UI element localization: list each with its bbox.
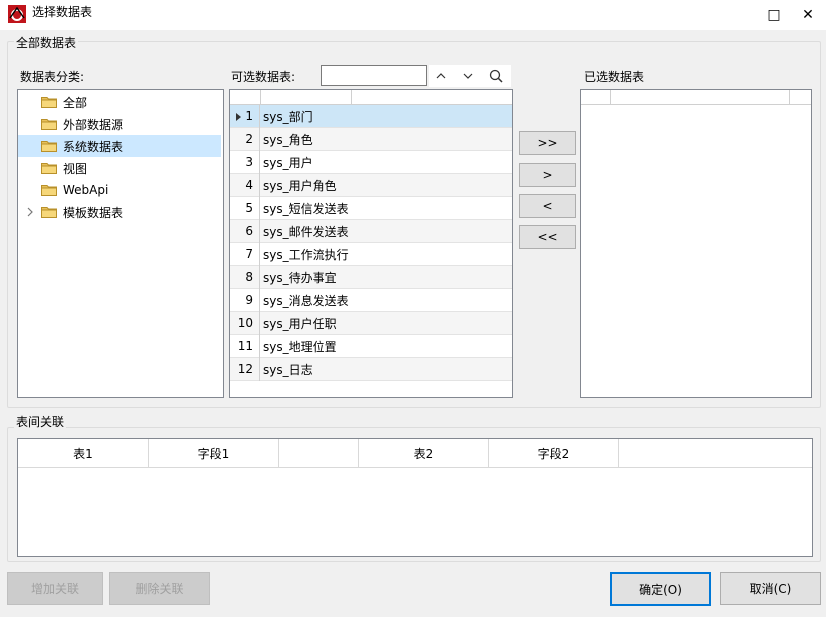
cancel-button[interactable]: 取消(C): [720, 572, 821, 605]
tree-item-label: 全部: [63, 95, 88, 110]
col-table1[interactable]: 表1: [18, 439, 149, 467]
all-tables-group-title: 全部数据表: [14, 34, 79, 51]
table-row[interactable]: 6 sys_邮件发送表: [230, 219, 512, 243]
table-name: sys_消息发送表: [263, 293, 349, 308]
table-name: sys_部门: [263, 109, 313, 124]
row-number: 6: [230, 219, 260, 243]
row-number: 11: [230, 334, 260, 358]
close-icon: ✕: [802, 7, 814, 23]
col-relation[interactable]: [279, 439, 359, 467]
table-row[interactable]: 3 sys_用户: [230, 150, 512, 174]
title-bar: 选择数据表 □ ✕: [0, 0, 826, 30]
selected-grid-header: [581, 90, 811, 105]
col-field2[interactable]: 字段2: [489, 439, 619, 467]
table-row[interactable]: 7 sys_工作流执行: [230, 242, 512, 266]
tree-item[interactable]: WebApi: [18, 179, 221, 201]
table-row[interactable]: 12 sys_日志: [230, 357, 512, 381]
available-label: 可选数据表:: [231, 70, 296, 84]
table-name: sys_工作流执行: [263, 247, 349, 262]
selected-label: 已选数据表: [584, 70, 645, 84]
table-row[interactable]: 4 sys_用户角色: [230, 173, 512, 197]
row-number: 5: [230, 196, 260, 220]
add-all-button[interactable]: >>: [519, 131, 576, 155]
table-name: sys_用户任职: [263, 316, 337, 331]
row-number: 3: [230, 150, 260, 174]
available-tables-grid[interactable]: 1 sys_部门 2 sys_角色 3 sys_用户 4 sys_用户角色 5 sys_短信发送表…: [229, 89, 513, 398]
ok-button[interactable]: 确定(O): [610, 572, 711, 606]
col-table2[interactable]: 表2: [359, 439, 489, 467]
tree-item[interactable]: 视图: [18, 157, 221, 179]
table-name: sys_角色: [263, 132, 313, 147]
row-indicator-icon: [236, 112, 241, 121]
table-name: sys_地理位置: [263, 339, 337, 354]
tree-item[interactable]: 模板数据表: [18, 201, 221, 223]
table-row[interactable]: 8 sys_待办事宜: [230, 265, 512, 289]
tree-item-label: 系统数据表: [63, 139, 124, 154]
col-field1[interactable]: 字段1: [149, 439, 279, 467]
table-name: sys_日志: [263, 362, 313, 377]
app-logo-icon: [8, 5, 26, 23]
close-button[interactable]: ✕: [788, 0, 826, 30]
tree-item[interactable]: 系统数据表: [18, 135, 221, 157]
tree-item-label: 视图: [63, 161, 88, 176]
tree-item-label: 模板数据表: [63, 205, 124, 220]
folder-icon: [41, 185, 57, 196]
row-number: 12: [230, 357, 260, 381]
category-tree[interactable]: 全部外部数据源系统数据表视图 WebApi 模板数据表: [17, 89, 224, 398]
tree-item-label: 外部数据源: [63, 117, 124, 132]
row-number: 8: [230, 265, 260, 289]
search-tools: [429, 65, 511, 87]
search-input[interactable]: [321, 65, 427, 86]
tree-item-label: WebApi: [63, 183, 109, 197]
tree-item[interactable]: 全部: [18, 91, 221, 113]
selected-tables-grid[interactable]: [580, 89, 812, 398]
add-button[interactable]: >: [519, 163, 576, 187]
maximize-icon: □: [767, 7, 781, 23]
row-number: 7: [230, 242, 260, 266]
table-name: sys_用户: [263, 155, 313, 170]
table-row[interactable]: 1 sys_部门: [230, 104, 512, 128]
table-name: sys_短信发送表: [263, 201, 349, 216]
folder-icon: [41, 97, 57, 108]
relations-grid[interactable]: 表1 字段1 表2 字段2: [17, 438, 813, 557]
chevron-up-icon[interactable]: [435, 70, 447, 82]
folder-icon: [41, 163, 57, 174]
col-extra[interactable]: [619, 439, 812, 467]
table-name: sys_用户角色: [263, 178, 337, 193]
category-label: 数据表分类:: [20, 70, 85, 84]
dialog-window: 选择数据表 □ ✕ 全部数据表 数据表分类: 全部外部数据源系统数据表视图 Web…: [0, 0, 826, 617]
table-row[interactable]: 2 sys_角色: [230, 127, 512, 151]
row-number: 9: [230, 288, 260, 312]
delete-relation-button[interactable]: 删除关联: [109, 572, 210, 605]
folder-icon: [41, 141, 57, 152]
table-row[interactable]: 9 sys_消息发送表: [230, 288, 512, 312]
chevron-right-icon[interactable]: [25, 207, 35, 217]
table-row[interactable]: 5 sys_短信发送表: [230, 196, 512, 220]
grid-header: [230, 90, 512, 105]
search-icon[interactable]: [489, 69, 503, 83]
row-number: 1: [230, 104, 260, 128]
table-row[interactable]: 11 sys_地理位置: [230, 334, 512, 358]
tree-item[interactable]: 外部数据源: [18, 113, 221, 135]
remove-button[interactable]: <: [519, 194, 576, 218]
row-number: 4: [230, 173, 260, 197]
table-row[interactable]: 10 sys_用户任职: [230, 311, 512, 335]
table-name: sys_待办事宜: [263, 270, 337, 285]
remove-all-button[interactable]: <<: [519, 225, 576, 249]
row-number: 10: [230, 311, 260, 335]
chevron-down-icon[interactable]: [462, 70, 474, 82]
row-number: 2: [230, 127, 260, 151]
relations-header: 表1 字段1 表2 字段2: [18, 439, 812, 468]
window-title: 选择数据表: [32, 5, 93, 19]
folder-icon: [41, 119, 57, 130]
relations-group-title: 表间关联: [14, 413, 67, 430]
add-relation-button[interactable]: 增加关联: [7, 572, 103, 605]
folder-icon: [41, 207, 57, 218]
table-name: sys_邮件发送表: [263, 224, 349, 239]
